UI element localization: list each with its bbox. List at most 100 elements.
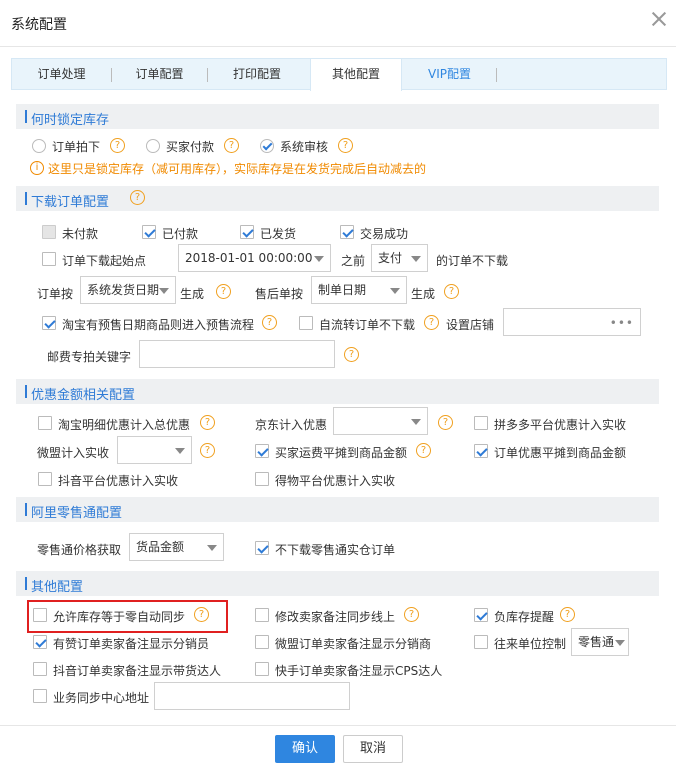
chevron-down-icon [411,256,421,262]
checkbox-label: 已付款 [162,227,199,241]
checkbox-dewu[interactable] [255,472,269,486]
tab-separator [496,68,497,82]
checkbox-partner-control[interactable] [474,635,488,649]
help-icon[interactable]: ? [416,443,431,458]
weimeng-select[interactable] [117,436,192,464]
tab-order-processing[interactable]: 订单处理 [12,59,111,90]
checkbox-label: 淘宝有预售日期商品则进入预售流程 [62,318,255,332]
checkbox-presale[interactable] [42,316,56,330]
chevron-down-icon [615,640,625,646]
tab-vip-config[interactable]: VIP配置 [402,59,497,90]
before-status-select[interactable]: 支付 [371,244,428,272]
checkbox-buyer-freight[interactable] [255,444,269,458]
checkbox-modify-memo-sync[interactable] [255,608,269,622]
help-icon[interactable]: ? [110,138,125,153]
help-icon[interactable]: ? [424,315,439,330]
checkbox-label: 修改卖家备注同步线上 [275,610,396,624]
select-value: 货品金额 [136,540,185,554]
radio-order-placed[interactable] [32,139,46,153]
checkbox-order-discount[interactable] [474,444,488,458]
jd-select[interactable] [333,407,428,435]
postage-keyword-input[interactable] [139,340,335,368]
checkbox-label: 买家运费平摊到商品金额 [275,446,408,460]
checkbox-label: 交易成功 [360,227,409,241]
checkbox-kuaishou-memo[interactable] [255,662,269,676]
checkbox-negative-stock-alert[interactable] [474,608,488,622]
postage-keyword-label: 邮费专拍关键字 [47,350,132,364]
section-marker [25,192,27,205]
footer-divider [0,725,676,726]
aftersale-label: 售后单按 [255,287,304,301]
aftersale-select[interactable]: 制单日期 [311,276,407,304]
checkbox-no-download-retail[interactable] [255,541,269,555]
shop-picker-input[interactable]: ••• [503,308,641,336]
checkbox-download-start[interactable] [42,252,56,266]
checkbox-weimeng-memo[interactable] [255,635,269,649]
checkbox-label: 抖音订单卖家备注显示带货达人 [53,664,222,678]
help-icon[interactable]: ? [262,315,277,330]
checkbox-label: 自流转订单不下载 [319,318,416,332]
section-ali-retail: 阿里零售通配置 [16,497,659,522]
retail-price-select[interactable]: 货品金额 [129,533,224,561]
lock-stock-warning: 这里只是锁定库存（减可用库存），实际库存是在发货完成后自动减去的 [48,162,427,176]
order-by-select[interactable]: 系统发货日期 [80,276,176,304]
help-icon[interactable]: ? [560,607,575,622]
section-discount: 优惠金额相关配置 [16,379,659,404]
select-value: 制单日期 [318,283,367,297]
generate-label: 生成 [411,287,436,301]
checkbox-taobao-detail[interactable] [38,416,52,430]
select-value: 支付 [378,251,403,265]
cancel-button[interactable]: 取消 [343,735,403,763]
help-icon[interactable]: ? [200,443,215,458]
help-icon[interactable]: ? [444,284,459,299]
checkbox-label: 快手订单卖家备注显示CPS达人 [275,664,443,678]
tab-other-config[interactable]: 其他配置 [310,59,402,91]
highlight-box [27,600,228,633]
not-download-label: 的订单不下载 [436,254,509,268]
checkbox-pdd[interactable] [474,416,488,430]
help-icon[interactable]: ? [224,138,239,153]
more-icon[interactable]: ••• [610,316,634,330]
warning-icon: i [30,161,44,175]
checkbox-label: 负库存提醒 [494,610,555,624]
help-icon[interactable]: ? [130,190,145,205]
checkbox-douyin-memo[interactable] [33,662,47,676]
checkbox-shipped[interactable] [240,225,254,239]
checkbox-label: 已发货 [260,227,297,241]
section-title: 下载订单配置 [31,195,110,210]
section-other: 其他配置 [16,571,659,596]
help-icon[interactable]: ? [404,607,419,622]
radio-label: 买家付款 [166,140,215,154]
checkbox-label: 有赞订单卖家备注显示分销员 [53,637,210,651]
select-value: 2018-01-01 00:00:00 [185,251,313,265]
chevron-down-icon [207,545,217,551]
help-icon[interactable]: ? [200,415,215,430]
partner-control-select[interactable]: 零售通 [571,628,629,656]
checkbox-label: 未付款 [62,227,99,241]
checkbox-label: 拼多多平台优惠计入实收 [494,418,627,432]
help-icon[interactable]: ? [338,138,353,153]
sync-center-input[interactable] [154,682,350,710]
confirm-button[interactable]: 确认 [275,735,335,763]
checkbox-trade-success[interactable] [340,225,354,239]
radio-buyer-paid[interactable] [146,139,160,153]
checkbox-label: 订单优惠平摊到商品金额 [494,446,627,460]
section-marker [25,385,27,398]
tab-order-config[interactable]: 订单配置 [112,59,207,90]
tab-print-config[interactable]: 打印配置 [208,59,306,90]
help-icon[interactable]: ? [344,347,359,362]
start-date-select[interactable]: 2018-01-01 00:00:00 [178,244,331,272]
radio-label: 系统审核 [280,140,329,154]
chevron-down-icon [159,288,169,294]
checkbox-youzan-memo[interactable] [33,635,47,649]
checkbox-paid[interactable] [142,225,156,239]
tab-bar: 订单处理 订单配置 打印配置 其他配置 VIP配置 [11,58,667,91]
help-icon[interactable]: ? [216,284,231,299]
checkbox-douyin[interactable] [38,472,52,486]
close-icon[interactable] [650,10,668,28]
help-icon[interactable]: ? [438,415,453,430]
checkbox-sync-center[interactable] [33,689,47,703]
checkbox-unpaid[interactable] [42,225,56,239]
radio-system-audit[interactable] [260,139,274,153]
checkbox-self-flow[interactable] [299,316,313,330]
